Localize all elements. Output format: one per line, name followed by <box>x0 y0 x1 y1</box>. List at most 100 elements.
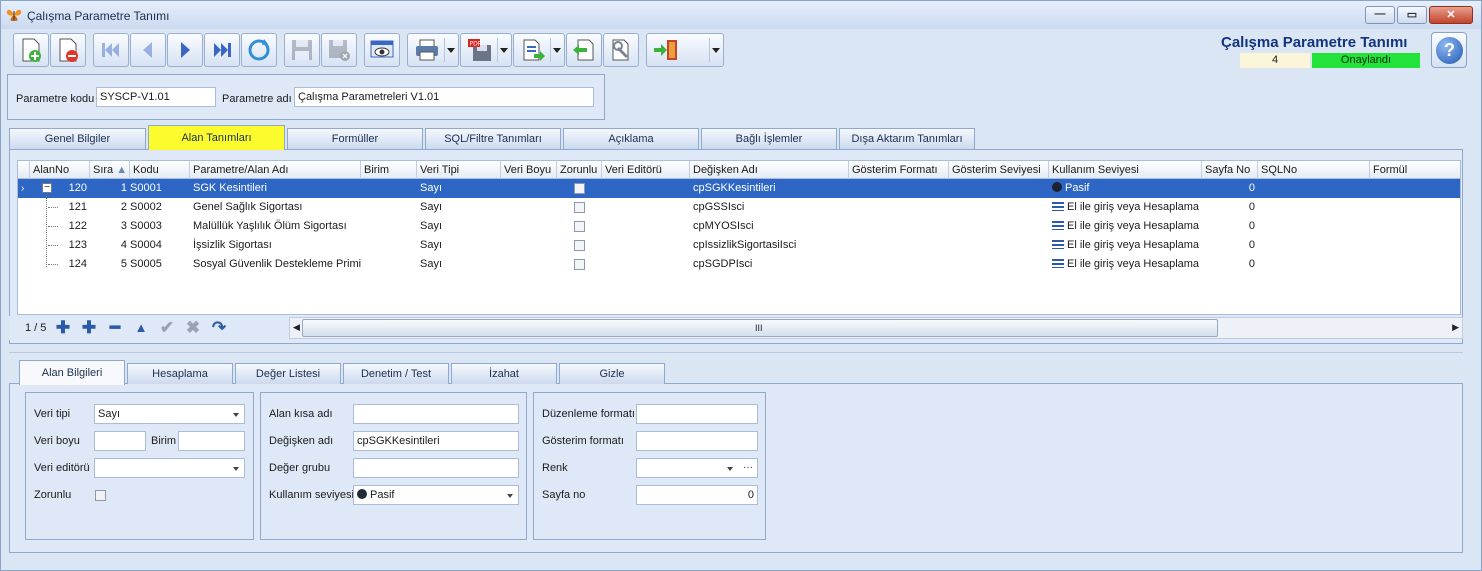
cell-sira[interactable]: 3 <box>90 217 130 236</box>
zorunlu-checkbox[interactable] <box>574 183 585 194</box>
tab-alan-tanimlari[interactable]: Alan Tanımları <box>148 125 285 150</box>
cell-kullanim[interactable]: El ile giriş veya Hesaplama <box>1052 255 1202 274</box>
import-button[interactable] <box>566 33 602 67</box>
cell-kodu[interactable]: S0005 <box>130 255 190 274</box>
chevron-down-icon[interactable] <box>712 48 720 53</box>
zorunlu-checkbox[interactable] <box>95 490 106 501</box>
col-sira[interactable]: Sıra ▲ <box>90 161 130 179</box>
delete-row-icon[interactable]: ━ <box>105 318 125 338</box>
cell-kullanim[interactable]: El ile giriş veya Hesaplama <box>1052 217 1202 236</box>
tab-bagli-islemler[interactable]: Bağlı İşlemler <box>701 128 837 149</box>
zorunlu-checkbox[interactable] <box>574 221 585 232</box>
veri-tipi-select[interactable]: Sayı <box>94 404 245 424</box>
tab-hesaplama[interactable]: Hesaplama <box>127 363 233 384</box>
minimize-button[interactable]: — <box>1365 6 1395 24</box>
cell-sayfa[interactable]: 0 <box>1202 255 1258 274</box>
gosterim-formati-input[interactable] <box>636 431 758 451</box>
cell-veri-tipi[interactable]: Sayı <box>420 255 501 274</box>
settings-button[interactable] <box>603 33 639 67</box>
cell-alan-no[interactable]: 122 <box>30 217 90 236</box>
scrollbar-thumb[interactable]: III <box>302 319 1218 337</box>
table-row[interactable]: 123 4 S0004 İşsizlik Sigortası Sayı cpIssizli… <box>18 236 1460 255</box>
exit-button[interactable] <box>646 33 724 67</box>
scroll-right-icon[interactable]: ▶ <box>1452 322 1459 333</box>
cell-alan-no[interactable]: 120 <box>30 179 90 198</box>
cell-sayfa[interactable]: 0 <box>1202 198 1258 217</box>
chevron-down-icon[interactable] <box>447 48 455 53</box>
col-veri-tipi[interactable]: Veri Tipi <box>417 161 501 179</box>
tab-denetim-test[interactable]: Denetim / Test <box>343 363 449 384</box>
add-row-icon[interactable]: ✚ <box>53 318 73 338</box>
tab-aciklama[interactable]: Açıklama <box>563 128 699 149</box>
tab-gizle[interactable]: Gizle <box>559 363 665 384</box>
sayfa-no-input[interactable]: 0 <box>636 485 758 505</box>
refresh-button[interactable] <box>241 33 277 67</box>
renk-picker[interactable]: ··· <box>636 458 758 478</box>
col-birim[interactable]: Birim <box>361 161 417 179</box>
tab-sql-filtre[interactable]: SQL/Filtre Tanımları <box>425 128 561 149</box>
col-gosterim-formati[interactable]: Gösterim Formatı <box>849 161 949 179</box>
last-record-button[interactable] <box>204 33 240 67</box>
fields-grid[interactable]: AlanNo Sıra ▲ Kodu Parametre/Alan Adı Bi… <box>17 160 1461 315</box>
col-formul[interactable]: Formül <box>1370 161 1460 179</box>
col-gosterim-seviyesi[interactable]: Gösterim Seviyesi <box>949 161 1049 179</box>
chevron-down-icon[interactable] <box>553 48 561 53</box>
cell-degisken[interactable]: cpSGDPIsci <box>693 255 849 274</box>
cell-ad[interactable]: Genel Sağlık Sigortası <box>193 198 361 217</box>
cell-ad[interactable]: SGK Kesintileri <box>193 179 361 198</box>
first-record-button[interactable] <box>93 33 129 67</box>
cell-veri-tipi[interactable]: Sayı <box>420 179 501 198</box>
tab-genel-bilgiler[interactable]: Genel Bilgiler <box>9 128 146 149</box>
alan-kisa-adi-input[interactable] <box>353 404 519 424</box>
col-alan-no[interactable]: AlanNo <box>30 161 90 179</box>
horizontal-scrollbar[interactable]: ◀ III ▶ <box>289 317 1463 339</box>
cell-sayfa[interactable]: 0 <box>1202 179 1258 198</box>
save-close-button[interactable] <box>321 33 357 67</box>
cell-ad[interactable]: İşsizlik Sigortası <box>193 236 361 255</box>
degisken-adi-input[interactable]: cpSGKKesintileri <box>353 431 519 451</box>
kullanim-seviyesi-select[interactable]: Pasif <box>353 485 519 505</box>
insert-row-icon[interactable]: ✚ <box>79 318 99 338</box>
check-icon[interactable]: ✔ <box>157 318 177 338</box>
cell-kullanim[interactable]: El ile giriş veya Hesaplama <box>1052 198 1202 217</box>
cell-veri-tipi[interactable]: Sayı <box>420 217 501 236</box>
cell-sayfa[interactable]: 0 <box>1202 217 1258 236</box>
cell-kodu[interactable]: S0004 <box>130 236 190 255</box>
tab-deger-listesi[interactable]: Değer Listesi <box>235 363 341 384</box>
cell-kullanim[interactable]: El ile giriş veya Hesaplama <box>1052 236 1202 255</box>
tab-izahat[interactable]: İzahat <box>451 363 557 384</box>
col-zorunlu[interactable]: Zorunlu <box>557 161 602 179</box>
maximize-button[interactable]: ▭ <box>1397 6 1427 24</box>
cell-degisken[interactable]: cpMYOSIsci <box>693 217 849 236</box>
table-row[interactable]: › −120 1 S0001 SGK Kesintileri Sayı cpSGKKesin… <box>18 179 1460 198</box>
veri-boyu-input[interactable] <box>94 431 146 451</box>
cell-alan-no[interactable]: 123 <box>30 236 90 255</box>
col-sayfa-no[interactable]: Sayfa No <box>1202 161 1258 179</box>
scroll-left-icon[interactable]: ◀ <box>293 322 300 333</box>
cell-sayfa[interactable]: 0 <box>1202 236 1258 255</box>
col-kodu[interactable]: Kodu <box>130 161 190 179</box>
ellipsis-icon[interactable]: ··· <box>743 459 753 477</box>
delete-button[interactable] <box>50 33 86 67</box>
save-button[interactable] <box>284 33 320 67</box>
table-row[interactable]: 122 3 S0003 Malüllük Yaşlılık Ölüm Sigortas… <box>18 217 1460 236</box>
parameter-code-input[interactable]: SYSCP-V1.01 <box>96 87 216 107</box>
chevron-down-icon[interactable] <box>500 48 508 53</box>
cell-ad[interactable]: Malüllük Yaşlılık Ölüm Sigortası <box>193 217 361 236</box>
cell-kodu[interactable]: S0003 <box>130 217 190 236</box>
next-record-button[interactable] <box>167 33 203 67</box>
cancel-icon[interactable]: ✖ <box>183 318 203 338</box>
cell-sira[interactable]: 2 <box>90 198 130 217</box>
cell-kullanim[interactable]: Pasif <box>1052 179 1202 198</box>
help-button[interactable]: ? <box>1431 32 1467 68</box>
pdf-export-button[interactable]: PDF <box>460 33 512 67</box>
move-up-icon[interactable]: ▲ <box>131 318 151 338</box>
cell-veri-tipi[interactable]: Sayı <box>420 236 501 255</box>
parameter-name-input[interactable]: Çalışma Parametreleri V1.01 <box>294 87 594 107</box>
cell-degisken[interactable]: cpSGKKesintileri <box>693 179 849 198</box>
export-button[interactable] <box>513 33 565 67</box>
cell-ad[interactable]: Sosyal Güvenlik Destekleme Primi <box>193 255 361 274</box>
cell-alan-no[interactable]: 124 <box>30 255 90 274</box>
zorunlu-checkbox[interactable] <box>574 202 585 213</box>
tab-alan-bilgileri[interactable]: Alan Bilgileri <box>19 360 125 385</box>
